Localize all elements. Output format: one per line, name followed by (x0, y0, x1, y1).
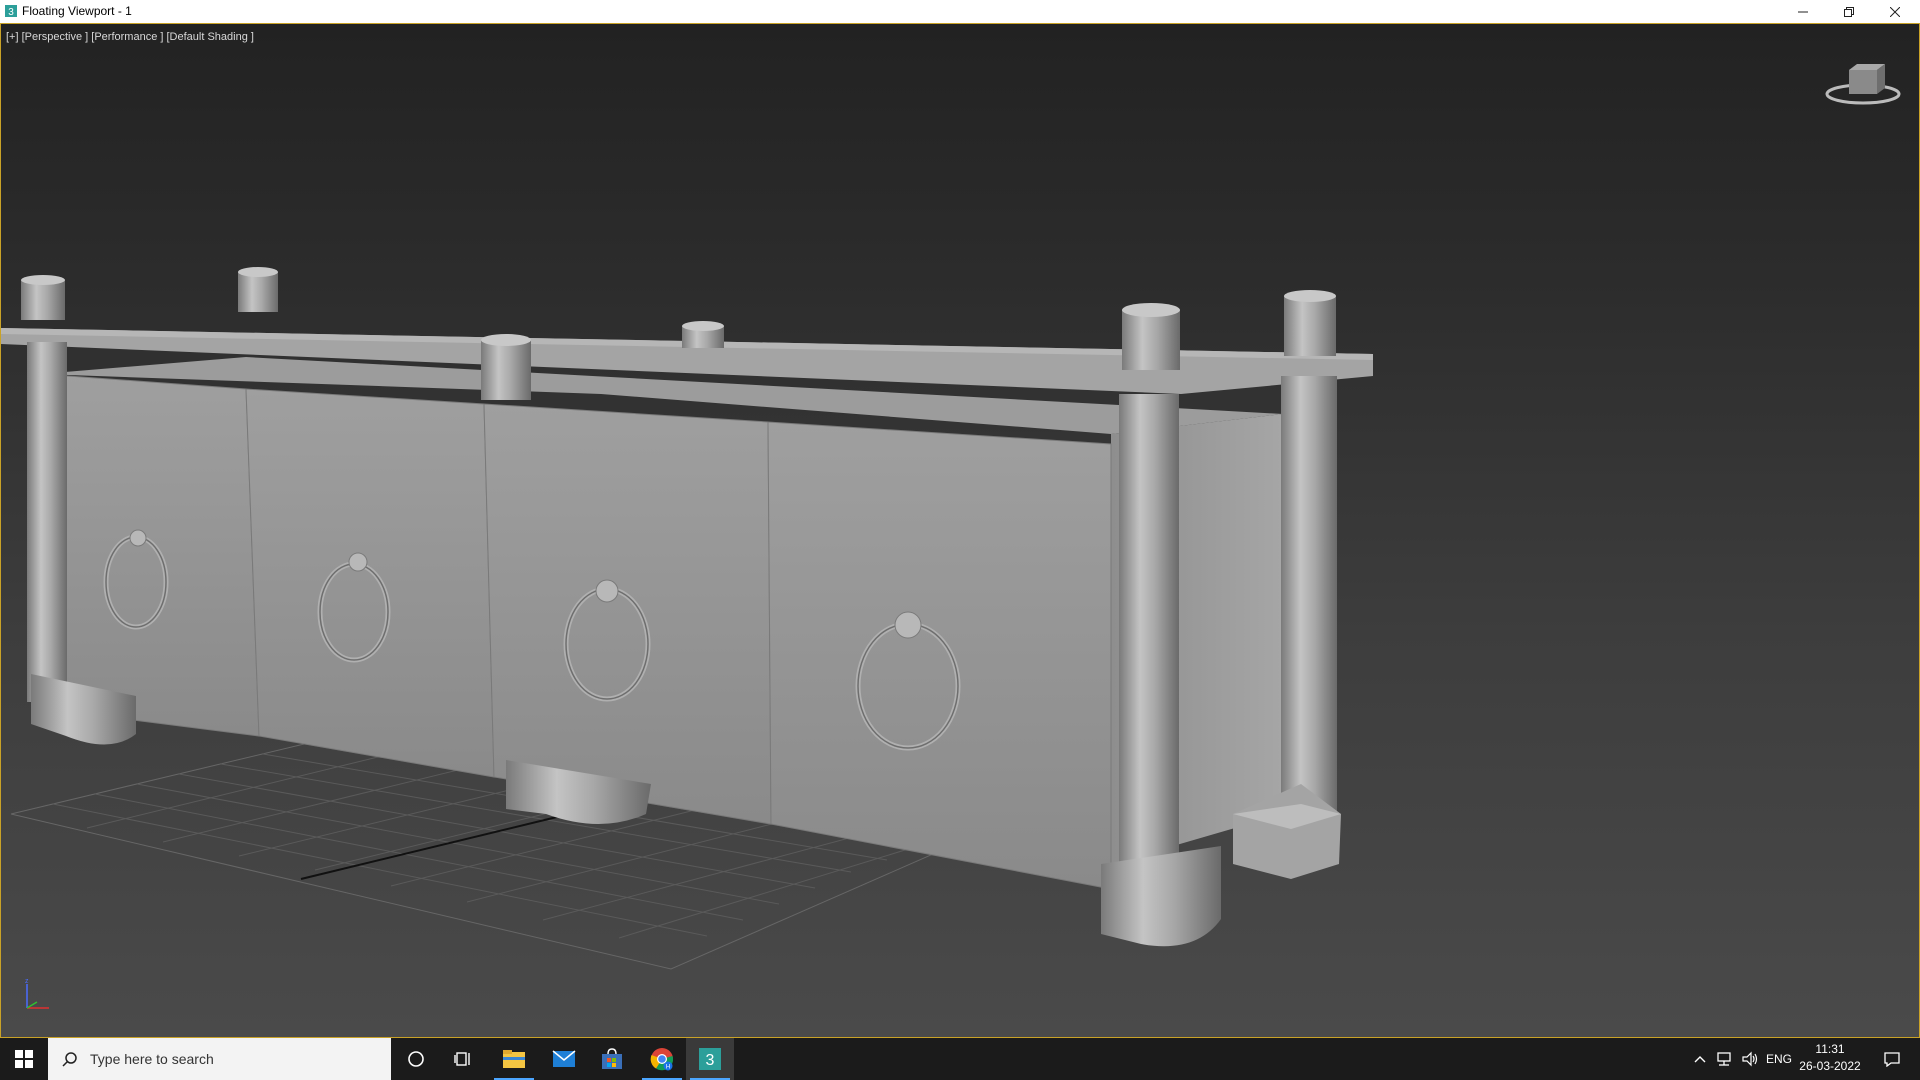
chrome-icon: H (650, 1048, 674, 1071)
taskbar: Type here to search H 3 ENG 11:31 26-03-… (0, 1038, 1920, 1080)
minimize-icon (1798, 11, 1808, 12)
windows-icon (15, 1050, 33, 1068)
close-button[interactable] (1872, 0, 1918, 23)
title-bar: 3 Floating Viewport - 1 (0, 0, 1920, 24)
task-view-button[interactable] (440, 1038, 488, 1080)
input-language[interactable]: ENG (1764, 1038, 1794, 1080)
3ds-max-taskbar-button[interactable]: 3 (686, 1038, 734, 1080)
3ds-max-app-icon: 3 (5, 5, 17, 18)
cortana-button[interactable] (392, 1038, 440, 1080)
search-box[interactable]: Type here to search (48, 1038, 391, 1080)
store-button[interactable] (588, 1038, 636, 1080)
perspective-viewport[interactable]: [+] [Perspective ] [Performance ] [Defau… (0, 23, 1920, 1038)
minimize-button[interactable] (1780, 0, 1826, 23)
network-button[interactable] (1712, 1038, 1736, 1080)
restore-icon (1844, 6, 1854, 17)
task-view-icon (454, 1052, 470, 1066)
cortana-icon (408, 1051, 424, 1067)
search-placeholder: Type here to search (90, 1051, 214, 1067)
speaker-icon (1742, 1051, 1758, 1067)
clock-date: 26-03-2022 (1799, 1059, 1861, 1073)
chrome-button[interactable]: H (638, 1038, 686, 1080)
action-center-button[interactable] (1872, 1038, 1912, 1080)
start-button[interactable] (0, 1038, 48, 1080)
3ds-max-badge: 3 (706, 1052, 715, 1069)
svg-text:H: H (666, 1065, 670, 1071)
notification-icon (1884, 1052, 1900, 1067)
store-icon (602, 1048, 622, 1069)
search-icon (62, 1052, 77, 1067)
chevron-up-icon (1694, 1056, 1706, 1063)
restore-button[interactable] (1826, 0, 1872, 23)
mail-icon (552, 1050, 576, 1067)
3d-scene[interactable] (1, 24, 1919, 1037)
file-explorer-button[interactable] (490, 1038, 538, 1080)
show-hidden-icons-button[interactable] (1690, 1038, 1710, 1080)
clock-time: 11:31 (1815, 1042, 1845, 1056)
3ds-max-icon: 3 (699, 1048, 721, 1070)
svg-text:3: 3 (8, 7, 14, 18)
window-title: Floating Viewport - 1 (22, 4, 132, 18)
mail-button[interactable] (540, 1038, 588, 1080)
viewcube[interactable] (1823, 60, 1903, 110)
volume-button[interactable] (1738, 1038, 1762, 1080)
close-icon (1890, 6, 1900, 17)
axis-tripod-icon: z (25, 978, 49, 1009)
svg-text:z: z (25, 978, 29, 985)
network-icon (1717, 1052, 1731, 1066)
clock[interactable]: 11:31 26-03-2022 (1795, 1041, 1865, 1075)
file-explorer-icon (503, 1050, 525, 1068)
